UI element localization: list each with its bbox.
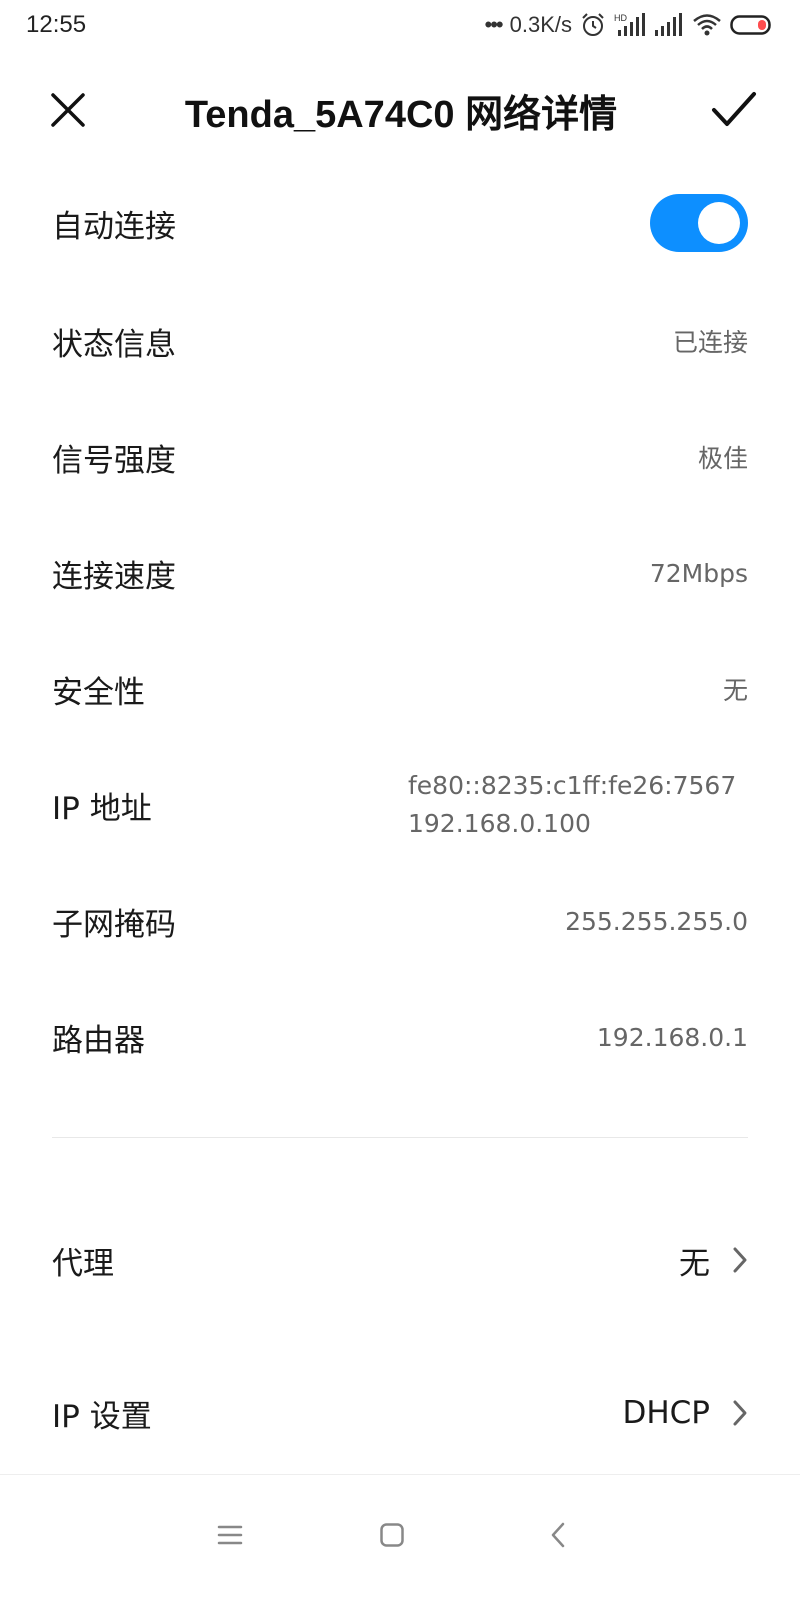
auto-connect-row: 自动连接 (52, 190, 748, 256)
back-button[interactable] (528, 1505, 588, 1565)
toggle-knob (698, 202, 740, 244)
network-details-screen: 12:55 ••• 0.3K/s HD Tenda_5A74C0 网络详情 自动… (0, 0, 800, 1600)
security-row: 安全性 无 (52, 664, 748, 714)
router-label: 路由器 (52, 1022, 145, 1059)
speed-row: 连接速度 72Mbps (52, 548, 748, 598)
alarm-icon (580, 12, 606, 38)
home-button[interactable] (362, 1505, 422, 1565)
subnet-value: 255.255.255.0 (565, 906, 748, 936)
close-button[interactable] (44, 86, 92, 134)
ipv4-value: 192.168.0.100 (408, 809, 591, 838)
title-bar: Tenda_5A74C0 网络详情 (0, 68, 800, 152)
ip-settings-label: IP 设置 (52, 1398, 152, 1435)
subnet-row: 子网掩码 255.255.255.0 (52, 896, 748, 946)
page-title: Tenda_5A74C0 网络详情 (184, 93, 618, 136)
ip-address-label: IP 地址 (52, 790, 152, 827)
confirm-button[interactable] (710, 86, 758, 134)
signal-label: 信号强度 (52, 442, 176, 479)
home-icon (380, 1523, 404, 1547)
ip-settings-row[interactable]: IP 设置 DHCP (52, 1385, 748, 1441)
speed-label: 连接速度 (52, 558, 176, 595)
ip-address-row: IP 地址 fe80::8235:c1ff:fe26:7567 192.168.… (52, 765, 748, 845)
back-icon (551, 1522, 565, 1548)
subnet-label: 子网掩码 (52, 906, 176, 943)
close-icon (51, 93, 85, 127)
router-row: 路由器 192.168.0.1 (52, 1012, 748, 1062)
proxy-value: 无 (679, 1245, 710, 1282)
status-icons: ••• 0.3K/s HD (485, 12, 774, 38)
signal-value: 极佳 (697, 444, 748, 473)
chevron-right-icon (733, 1400, 747, 1426)
ip-settings-value: DHCP (622, 1395, 710, 1431)
signal-row: 信号强度 极佳 (52, 432, 748, 482)
status-time: 12:55 (26, 11, 87, 38)
security-label: 安全性 (52, 674, 145, 711)
check-icon (711, 92, 756, 126)
wifi-icon (692, 13, 722, 37)
ip-address-values: fe80::8235:c1ff:fe26:7567 192.168.0.100 (408, 767, 748, 843)
router-value: 192.168.0.1 (596, 1022, 748, 1052)
navigation-bar (0, 1474, 800, 1600)
menu-button[interactable] (200, 1505, 260, 1565)
status-bar: 12:55 ••• 0.3K/s HD (0, 0, 800, 50)
status-row: 状态信息 已连接 (52, 316, 748, 366)
network-speed: 0.3K/s (509, 12, 572, 37)
signal-icon (654, 12, 684, 38)
proxy-row[interactable]: 代理 无 (52, 1232, 748, 1288)
chevron-right-icon (733, 1247, 747, 1273)
hd-label: HD (614, 13, 627, 23)
hd-signal-icon: HD (614, 12, 646, 38)
status-label: 状态信息 (52, 326, 176, 363)
proxy-value-group: 无 (679, 1238, 748, 1283)
proxy-label: 代理 (52, 1245, 114, 1282)
status-value: 已连接 (672, 328, 748, 357)
section-divider (52, 1137, 748, 1138)
ip-settings-value-group: DHCP (622, 1395, 748, 1431)
auto-connect-toggle[interactable] (650, 194, 748, 252)
menu-icon (217, 1525, 243, 1545)
auto-connect-label: 自动连接 (52, 208, 176, 245)
battery-icon (730, 13, 774, 37)
ipv6-value: fe80::8235:c1ff:fe26:7567 (408, 771, 737, 800)
speed-value: 72Mbps (649, 558, 748, 588)
security-value: 无 (722, 676, 748, 705)
notification-dots: ••• (484, 12, 504, 37)
